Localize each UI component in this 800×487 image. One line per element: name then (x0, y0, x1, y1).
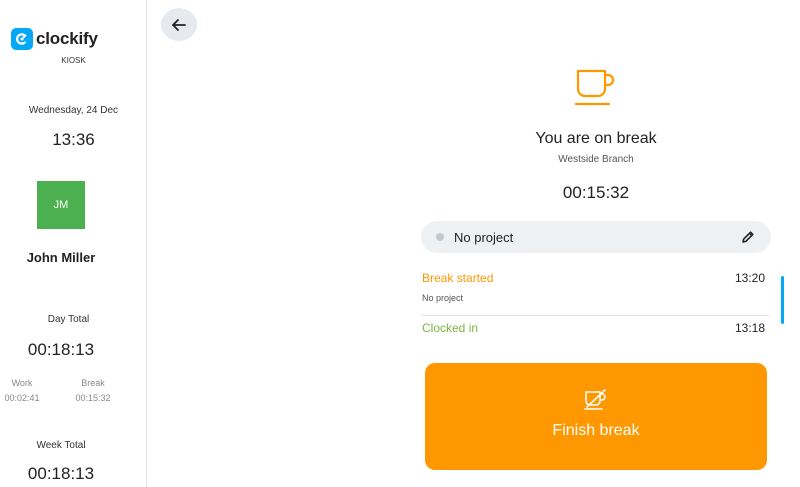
coffee-cup-icon (575, 69, 615, 106)
project-color-dot (436, 233, 444, 241)
break-timer: 00:15:32 (562, 183, 630, 202)
current-time: 13:36 (52, 130, 95, 149)
entry-name: Clocked in (422, 321, 479, 335)
clockify-logo: clockify (11, 28, 98, 50)
user-name: John Miller (26, 250, 96, 265)
work-summary: Work 00:02:41 (0, 376, 44, 406)
pencil-icon[interactable] (741, 230, 755, 244)
entry-time: 13:18 (734, 321, 765, 335)
entry-project: No project (422, 293, 464, 303)
finish-break-button[interactable] (425, 363, 767, 470)
week-total-label: Week Total (36, 440, 86, 451)
current-date: Wednesday, 24 Dec (28, 105, 119, 116)
branch-name: Westside Branch (558, 154, 634, 165)
scrollbar[interactable] (781, 276, 784, 324)
avatar: JM (37, 181, 85, 229)
list-item: Break started 13:20 (421, 266, 771, 288)
finish-break-label: Finish break (552, 422, 640, 439)
no-coffee-icon (584, 389, 606, 410)
brand-name: clockify (36, 29, 98, 48)
break-value: 00:15:32 (75, 393, 111, 403)
work-value: 00:02:41 (4, 393, 40, 403)
time-entries-list[interactable]: Break started 13:20 No project Clocked i… (421, 266, 771, 344)
week-total-value: 00:18:13 (27, 464, 95, 483)
day-total-label: Day Total (47, 314, 90, 325)
project-label: No project (454, 229, 514, 245)
sidebar: clockify KIOSK Wednesday, 24 Dec 13:36 J… (0, 0, 147, 487)
kiosk-label: KIOSK (61, 56, 86, 65)
break-label: Break (81, 378, 105, 388)
work-label: Work (11, 378, 33, 388)
back-button[interactable] (161, 8, 197, 41)
break-summary: Break 00:15:32 (70, 376, 116, 406)
clockify-logo-icon (11, 28, 33, 50)
project-selector[interactable]: No project (421, 221, 771, 253)
entry-time: 13:20 (734, 271, 765, 285)
status-title: You are on break (535, 130, 657, 147)
entry-name: Break started (422, 271, 494, 285)
arrow-left-icon (172, 18, 186, 31)
list-item: Clocked in 13:18 (421, 316, 771, 338)
day-total-value: 00:18:13 (27, 340, 95, 359)
